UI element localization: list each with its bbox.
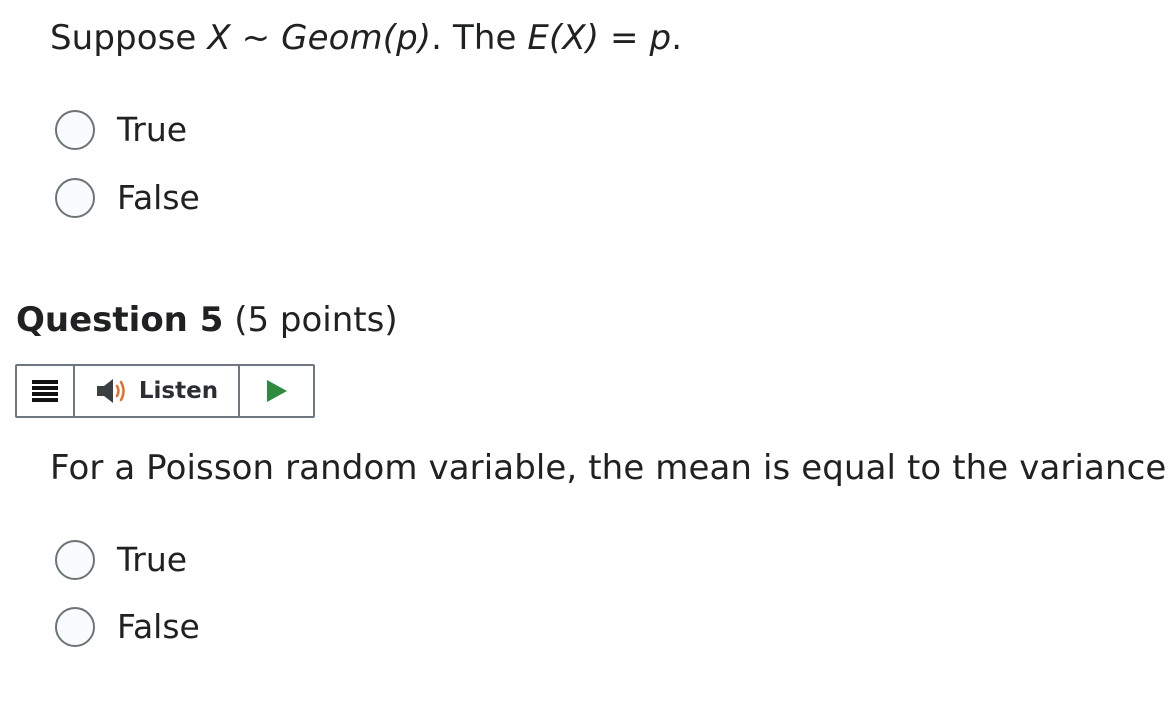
listen-button[interactable]: Listen <box>75 366 240 416</box>
stem-math-distribution: X ~ Geom(p) <box>207 18 432 58</box>
q5-choice-false[interactable]: False <box>55 604 200 650</box>
question-number: Question 5 <box>16 300 224 340</box>
speaker-icon <box>96 379 125 403</box>
radio-button[interactable] <box>55 540 95 580</box>
stem-math-expectation: E(X) = p <box>527 18 672 58</box>
choice-label: False <box>117 607 200 646</box>
stem-text-suffix: . <box>671 18 683 58</box>
stem-text-prefix: Suppose <box>50 18 208 58</box>
q4-choice-true[interactable]: True <box>55 107 187 153</box>
choice-label: True <box>117 540 188 579</box>
stem-text-middle: . The <box>431 18 528 58</box>
listen-label: Listen <box>138 378 219 404</box>
question-points: (5 points) <box>234 300 398 340</box>
q4-choice-false[interactable]: False <box>55 175 200 221</box>
menu-button[interactable] <box>17 366 75 416</box>
radio-button[interactable] <box>55 110 95 150</box>
radio-button[interactable] <box>55 607 95 647</box>
menu-icon <box>32 380 58 402</box>
q5-choice-true[interactable]: True <box>55 537 187 583</box>
question-heading: Question 5 (5 points) <box>16 298 398 342</box>
play-button[interactable] <box>240 366 313 416</box>
play-icon <box>266 380 287 402</box>
listen-toolbar: Listen <box>15 364 315 418</box>
choice-label: True <box>117 110 188 149</box>
question-4-stem: Suppose X ~ Geom(p). The E(X) = p. <box>50 18 682 58</box>
question-5-stem: For a Poisson random variable, the mean … <box>50 448 1168 488</box>
choice-label: False <box>117 178 200 217</box>
radio-button[interactable] <box>55 178 95 218</box>
